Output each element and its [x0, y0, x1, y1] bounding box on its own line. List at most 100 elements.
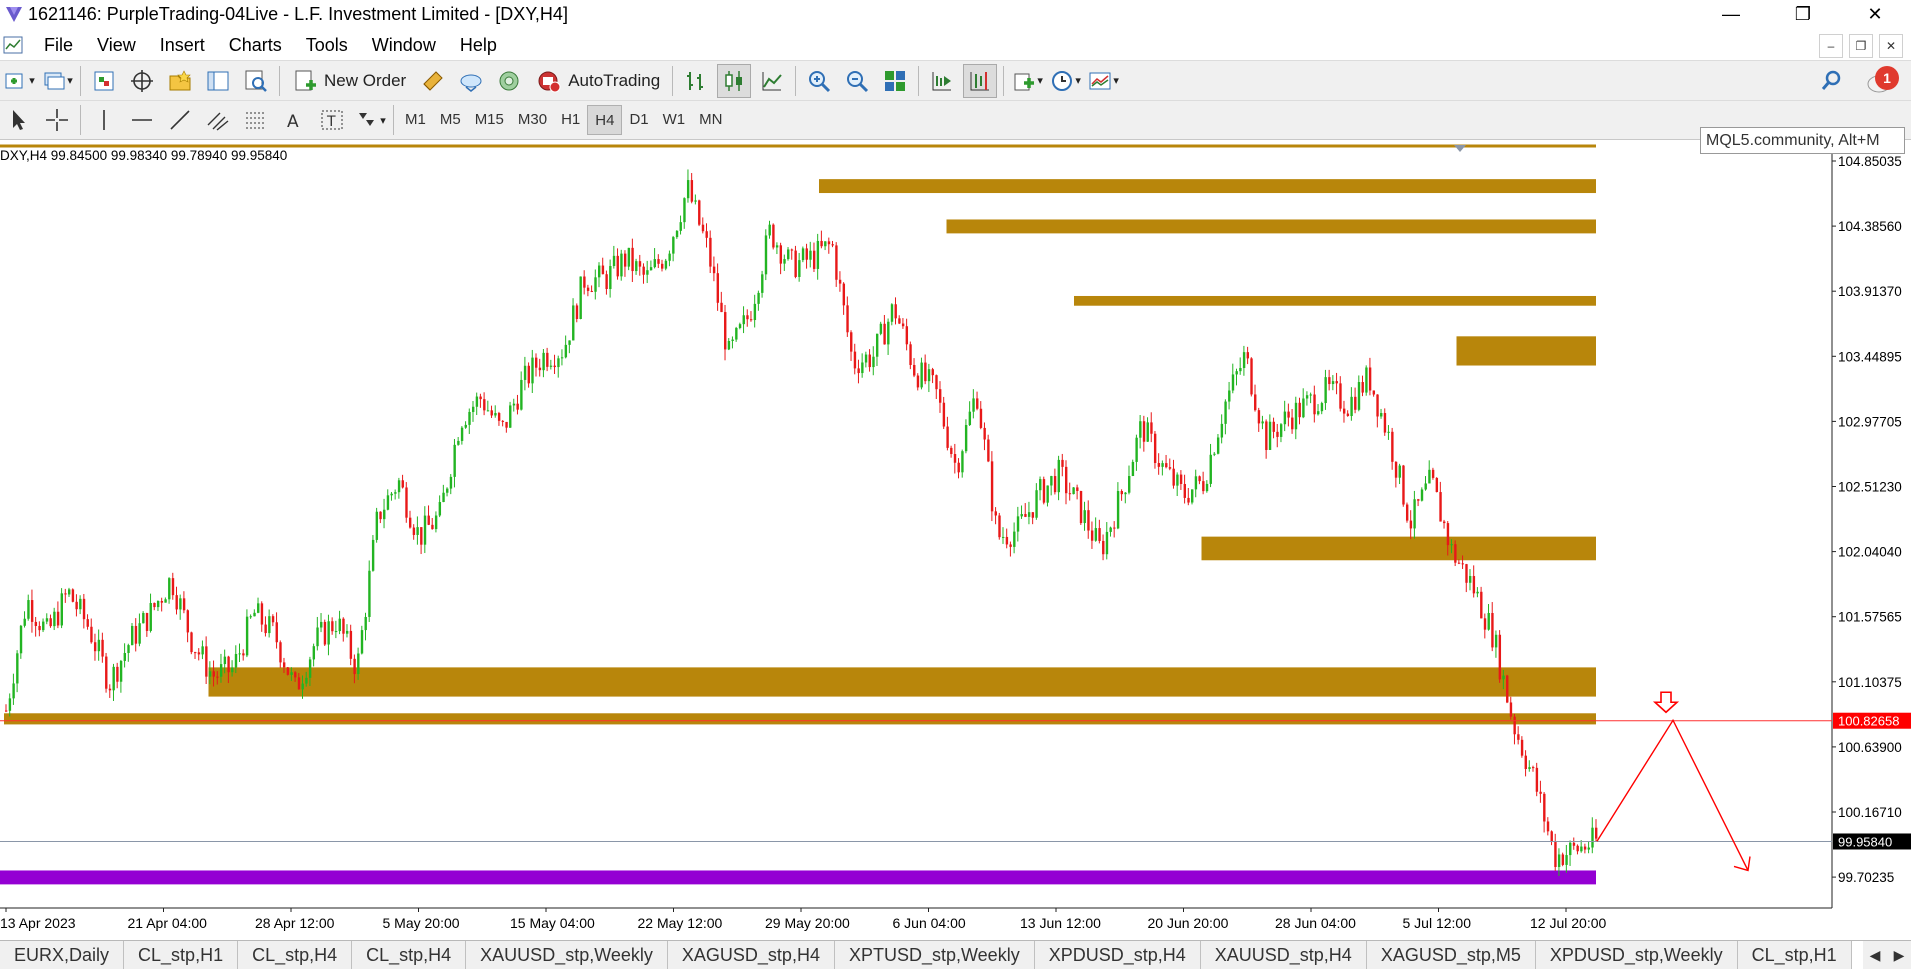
candle-body: [783, 259, 786, 264]
chart-shift-button[interactable]: [963, 63, 998, 98]
close-button[interactable]: ✕: [1839, 0, 1911, 28]
price-chart[interactable]: 100.82658 99.95840 104.85035 104.38560 103.9…: [0, 141, 1911, 940]
templates-button[interactable]: ▾: [1086, 64, 1120, 98]
arrows-tool[interactable]: ▾: [353, 103, 387, 137]
timeframe-m5[interactable]: M5: [433, 105, 468, 135]
menu-view[interactable]: View: [85, 30, 148, 60]
periods-button[interactable]: ▾: [1048, 64, 1082, 98]
candle-body: [1339, 383, 1342, 409]
candle-body: [727, 340, 731, 350]
chart-tab[interactable]: XAUUSD_stp,Weekly: [466, 941, 668, 969]
timeframe-d1[interactable]: D1: [622, 105, 655, 135]
candle-body: [990, 461, 994, 512]
vps-button[interactable]: [492, 64, 526, 98]
text-label-tool[interactable]: T: [315, 103, 349, 137]
chart-restore-button[interactable]: ❐: [1849, 34, 1873, 58]
search-button[interactable]: [1815, 64, 1849, 98]
equidistant-channel-tool[interactable]: [201, 103, 235, 137]
chart-tab[interactable]: CL_stp,H4: [352, 941, 467, 969]
candle-body: [1328, 377, 1331, 385]
timeframe-mn[interactable]: MN: [692, 105, 729, 135]
menu-insert[interactable]: Insert: [148, 30, 217, 60]
candle-body: [812, 250, 816, 269]
timeframe-m15[interactable]: M15: [468, 105, 511, 135]
candle-body: [1368, 367, 1372, 391]
candle-body: [1294, 402, 1298, 430]
candle-body: [1272, 421, 1275, 432]
candle-body: [579, 276, 582, 319]
candle-body: [334, 631, 338, 633]
candle-body: [542, 352, 545, 371]
metaeditor-button[interactable]: [416, 64, 450, 98]
candle-body: [442, 492, 445, 503]
menu-help[interactable]: Help: [448, 30, 509, 60]
new-order-button[interactable]: New Order: [286, 64, 412, 98]
text-tool[interactable]: A: [277, 103, 311, 137]
timeframe-m30[interactable]: M30: [511, 105, 554, 135]
zoom-out-button[interactable]: [840, 64, 874, 98]
timeframe-w1[interactable]: W1: [656, 105, 693, 135]
timeframe-h4[interactable]: H4: [587, 105, 623, 135]
scroll-right-icon[interactable]: ▶: [1894, 947, 1905, 964]
minimize-button[interactable]: —: [1695, 0, 1767, 28]
candle-body: [108, 688, 112, 691]
chart-tab[interactable]: XAGUSD_stp,H4: [668, 941, 835, 969]
menu-window[interactable]: Window: [360, 30, 448, 60]
candle-body: [464, 424, 467, 428]
menu-charts[interactable]: Charts: [217, 30, 294, 60]
line-chart-button[interactable]: [755, 64, 789, 98]
zoom-in-button[interactable]: [802, 64, 836, 98]
chart-area[interactable]: 100.82658 99.95840 104.85035 104.38560 103.9…: [0, 141, 1911, 940]
timeframe-m1[interactable]: M1: [398, 105, 433, 135]
chart-minimize-button[interactable]: –: [1819, 34, 1843, 58]
timeframe-h1[interactable]: H1: [554, 105, 587, 135]
candle-body: [1224, 401, 1227, 424]
candle-body: [1039, 479, 1042, 491]
profiles-button[interactable]: ▾: [40, 64, 74, 98]
chart-tab[interactable]: XAGUSD_stp,M5: [1367, 941, 1536, 969]
trendline-tool[interactable]: [163, 103, 197, 137]
chart-tab[interactable]: XPDUSD_stp,Weekly: [1536, 941, 1738, 969]
chart-tab[interactable]: CL_stp,H1: [1738, 941, 1852, 969]
chart-window-icon[interactable]: [2, 34, 24, 56]
autotrading-button[interactable]: AutoTrading: [530, 64, 666, 98]
chart-close-button[interactable]: ✕: [1879, 34, 1903, 58]
candle-body: [327, 621, 330, 645]
candle-body: [1142, 421, 1146, 442]
navigator-button[interactable]: [163, 64, 197, 98]
candle-body: [913, 364, 916, 376]
new-chart-button[interactable]: ▾: [2, 64, 36, 98]
bar-chart-button[interactable]: [679, 64, 713, 98]
menu-file[interactable]: File: [32, 30, 85, 60]
chart-tab[interactable]: CL_stp,H4: [238, 941, 353, 969]
scroll-left-icon[interactable]: ◀: [1870, 947, 1881, 964]
candle-body: [646, 270, 649, 275]
market-watch-button[interactable]: [87, 64, 121, 98]
chart-tab[interactable]: XPDUSD_stp,H4: [1035, 941, 1201, 969]
maximize-button[interactable]: ❐: [1767, 0, 1839, 28]
menu-tools[interactable]: Tools: [294, 30, 360, 60]
candle-body: [698, 200, 701, 225]
terminal-button[interactable]: [201, 64, 235, 98]
auto-scroll-button[interactable]: [925, 64, 959, 98]
candle-body: [308, 659, 312, 678]
chart-tab[interactable]: XPTUSD_stp,Weekly: [835, 941, 1035, 969]
cursor-tool[interactable]: [2, 103, 36, 137]
candle-body: [34, 621, 38, 626]
candle-body: [1150, 422, 1153, 434]
chart-tab[interactable]: XAUUSD_stp,H4: [1201, 941, 1367, 969]
signals-button[interactable]: [454, 64, 488, 98]
indicators-button[interactable]: ▾: [1010, 64, 1044, 98]
chart-tab[interactable]: EURX,Daily: [0, 941, 125, 969]
data-window-button[interactable]: [125, 64, 159, 98]
toolbar-separator: [672, 65, 674, 96]
crosshair-tool[interactable]: [40, 103, 74, 137]
vertical-line-tool[interactable]: [87, 103, 121, 137]
chart-tab[interactable]: CL_stp,H1: [124, 941, 239, 969]
horizontal-line-tool[interactable]: [125, 103, 159, 137]
candlestick-chart-button[interactable]: [717, 63, 752, 98]
fibonacci-tool[interactable]: [239, 103, 273, 137]
notifications-button[interactable]: 1: [1865, 64, 1899, 98]
strategy-tester-button[interactable]: [239, 64, 273, 98]
tile-windows-button[interactable]: [878, 64, 912, 98]
